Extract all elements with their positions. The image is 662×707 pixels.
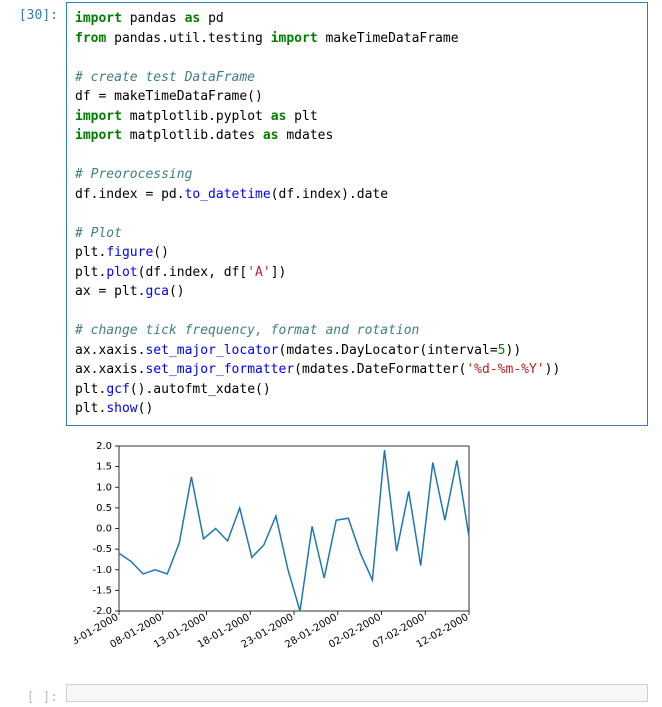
svg-text:0.0: 0.0	[96, 523, 112, 534]
keyword: as	[185, 11, 201, 26]
code-text: (df.index).date	[271, 187, 388, 202]
svg-text:0.5: 0.5	[96, 502, 112, 513]
code-text: ()	[138, 401, 154, 416]
code-text: pandas	[122, 11, 185, 26]
func-name: figure	[106, 245, 153, 260]
code-text: ])	[271, 265, 287, 280]
code-text: plt.	[75, 382, 106, 397]
string-literal: 'A'	[247, 265, 270, 280]
code-text: matplotlib.dates	[122, 128, 263, 143]
svg-text:1.0: 1.0	[96, 482, 112, 493]
code-text: ))	[506, 343, 522, 358]
func-name: gcf	[106, 382, 129, 397]
code-input[interactable]	[66, 684, 648, 702]
code-text: (df.index, df[	[138, 265, 248, 280]
code-text: ax.xaxis.	[75, 343, 145, 358]
func-name: to_datetime	[185, 187, 271, 202]
svg-text:-0.5: -0.5	[92, 544, 112, 555]
keyword: from	[75, 31, 106, 46]
keyword: import	[75, 11, 122, 26]
code-text: matplotlib.pyplot	[122, 109, 271, 124]
code-text: df = makeTimeDataFrame()	[75, 89, 263, 104]
func-name: gca	[145, 284, 168, 299]
svg-text:1.5: 1.5	[96, 461, 112, 472]
output-cell: -2.0-1.5-1.0-0.50.00.51.01.52.003-01-200…	[0, 428, 662, 682]
input-prompt: [ ]:	[0, 684, 66, 705]
code-text: ax = plt.	[75, 284, 145, 299]
keyword: import	[271, 31, 318, 46]
matplotlib-figure: -2.0-1.5-1.0-0.50.00.51.01.52.003-01-200…	[74, 436, 474, 676]
keyword: import	[75, 128, 122, 143]
code-text: ax.xaxis.	[75, 362, 145, 377]
func-name: show	[106, 401, 137, 416]
output-area: -2.0-1.5-1.0-0.50.00.51.01.52.003-01-200…	[66, 434, 654, 676]
keyword: import	[75, 109, 122, 124]
code-text: ()	[169, 284, 185, 299]
code-input[interactable]: import pandas as pd from pandas.util.tes…	[66, 2, 648, 426]
func-name: plot	[106, 265, 137, 280]
code-text: (mdates.DateFormatter(	[294, 362, 466, 377]
svg-text:-1.0: -1.0	[92, 564, 112, 575]
input-prompt: [30]:	[0, 2, 66, 23]
svg-text:-1.5: -1.5	[92, 585, 112, 596]
output-prompt	[0, 434, 66, 440]
code-text: ))	[545, 362, 561, 377]
keyword: as	[271, 109, 287, 124]
empty-code-cell: [ ]:	[0, 682, 662, 707]
func-name: set_major_locator	[145, 343, 278, 358]
comment: # create test DataFrame	[75, 70, 255, 85]
keyword: as	[263, 128, 279, 143]
code-text: plt	[286, 109, 317, 124]
comment: # Preorocessing	[75, 167, 192, 182]
code-text: plt.	[75, 245, 106, 260]
code-text: (mdates.DayLocator(interval=	[279, 343, 498, 358]
code-text: plt.	[75, 265, 106, 280]
svg-text:2.0: 2.0	[96, 441, 112, 452]
code-text: makeTimeDataFrame	[318, 31, 459, 46]
code-text: plt.	[75, 401, 106, 416]
func-name: set_major_formatter	[145, 362, 294, 377]
comment: # change tick frequency, format and rota…	[75, 323, 419, 338]
string-literal: '%d-%m-%Y'	[466, 362, 544, 377]
code-text: mdates	[279, 128, 334, 143]
code-text: df.index = pd.	[75, 187, 185, 202]
code-text: ()	[153, 245, 169, 260]
code-cell: [30]: import pandas as pd from pandas.ut…	[0, 0, 662, 428]
code-text: pandas.util.testing	[106, 31, 270, 46]
number-literal: 5	[498, 343, 506, 358]
code-text: pd	[200, 11, 223, 26]
comment: # Plot	[75, 226, 122, 241]
code-text: ().autofmt_xdate()	[130, 382, 271, 397]
